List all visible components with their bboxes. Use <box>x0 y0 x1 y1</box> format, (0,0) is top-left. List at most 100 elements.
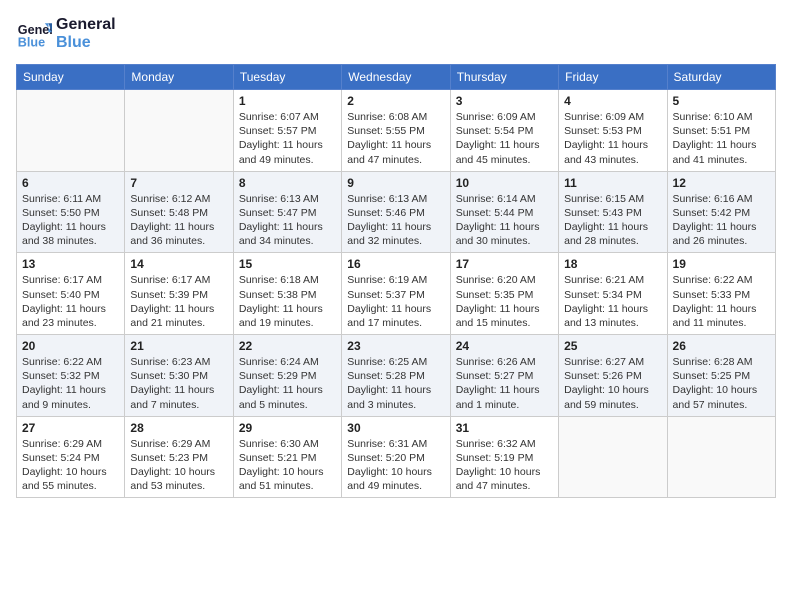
day-number: 25 <box>564 339 661 353</box>
day-info: Sunrise: 6:21 AMSunset: 5:34 PMDaylight:… <box>564 273 661 330</box>
day-cell: 9 Sunrise: 6:13 AMSunset: 5:46 PMDaylight… <box>342 171 450 253</box>
day-cell: 3Sunrise: 6:09 AMSunset: 5:54 PMDaylight… <box>450 90 558 172</box>
day-info: Sunrise: 6:23 AMSunset: 5:30 PMDaylight:… <box>130 355 227 412</box>
calendar-table: SundayMondayTuesdayWednesdayThursdayFrid… <box>16 64 776 498</box>
day-cell: 23Sunrise: 6:25 AMSunset: 5:28 PMDayligh… <box>342 335 450 417</box>
day-cell: 8 Sunrise: 6:13 AMSunset: 5:47 PMDaylight… <box>233 171 341 253</box>
day-info: Sunrise: 6:13 AMSunset: 5:47 PMDaylight:… <box>239 192 336 249</box>
day-number: 13 <box>22 257 119 271</box>
day-number: 6 <box>22 176 119 190</box>
day-cell: 10Sunrise: 6:14 AMSunset: 5:44 PMDayligh… <box>450 171 558 253</box>
day-number: 31 <box>456 421 553 435</box>
day-cell: 12 Sunrise: 6:16 AMSunset: 5:42 PMDayligh… <box>667 171 775 253</box>
day-header-monday: Monday <box>125 65 233 90</box>
day-header-tuesday: Tuesday <box>233 65 341 90</box>
day-number: 17 <box>456 257 553 271</box>
day-number: 1 <box>239 94 336 108</box>
day-cell: 7Sunrise: 6:12 AMSunset: 5:48 PMDaylight… <box>125 171 233 253</box>
day-info: Sunrise: 6:22 AMSunset: 5:33 PMDaylight:… <box>673 273 770 330</box>
day-number: 30 <box>347 421 444 435</box>
day-number: 19 <box>673 257 770 271</box>
day-number: 4 <box>564 94 661 108</box>
day-info: Sunrise: 6:30 AMSunset: 5:21 PMDaylight:… <box>239 437 336 494</box>
logo: General Blue General Blue <box>16 16 116 52</box>
day-cell: 1 Sunrise: 6:07 AMSunset: 5:57 PMDaylight… <box>233 90 341 172</box>
logo-icon: General Blue <box>16 16 52 52</box>
day-number: 2 <box>347 94 444 108</box>
day-number: 15 <box>239 257 336 271</box>
day-info: Sunrise: 6:27 AMSunset: 5:26 PMDaylight:… <box>564 355 661 412</box>
week-row-5: 27 Sunrise: 6:29 AMSunset: 5:24 PMDayligh… <box>17 416 776 498</box>
day-info: Sunrise: 6:29 AMSunset: 5:23 PMDaylight:… <box>130 437 227 494</box>
day-header-sunday: Sunday <box>17 65 125 90</box>
day-info: Sunrise: 6:19 AMSunset: 5:37 PMDaylight:… <box>347 273 444 330</box>
day-number: 28 <box>130 421 227 435</box>
day-cell <box>559 416 667 498</box>
day-cell: 25 Sunrise: 6:27 AMSunset: 5:26 PMDayligh… <box>559 335 667 417</box>
day-info: Sunrise: 6:13 AMSunset: 5:46 PMDaylight:… <box>347 192 444 249</box>
day-cell: 6 Sunrise: 6:11 AMSunset: 5:50 PMDaylight… <box>17 171 125 253</box>
day-cell: 27 Sunrise: 6:29 AMSunset: 5:24 PMDayligh… <box>17 416 125 498</box>
day-cell <box>667 416 775 498</box>
day-info: Sunrise: 6:32 AMSunset: 5:19 PMDaylight:… <box>456 437 553 494</box>
day-number: 27 <box>22 421 119 435</box>
week-row-1: 1 Sunrise: 6:07 AMSunset: 5:57 PMDaylight… <box>17 90 776 172</box>
day-number: 22 <box>239 339 336 353</box>
day-info: Sunrise: 6:26 AMSunset: 5:27 PMDaylight:… <box>456 355 553 412</box>
svg-text:Blue: Blue <box>18 36 45 50</box>
day-cell: 2 Sunrise: 6:08 AMSunset: 5:55 PMDaylight… <box>342 90 450 172</box>
day-info: Sunrise: 6:15 AMSunset: 5:43 PMDaylight:… <box>564 192 661 249</box>
day-number: 12 <box>673 176 770 190</box>
day-number: 20 <box>22 339 119 353</box>
day-info: Sunrise: 6:11 AMSunset: 5:50 PMDaylight:… <box>22 192 119 249</box>
day-number: 26 <box>673 339 770 353</box>
day-number: 21 <box>130 339 227 353</box>
days-header-row: SundayMondayTuesdayWednesdayThursdayFrid… <box>17 65 776 90</box>
day-cell: 22Sunrise: 6:24 AMSunset: 5:29 PMDayligh… <box>233 335 341 417</box>
calendar-header: SundayMondayTuesdayWednesdayThursdayFrid… <box>17 65 776 90</box>
day-cell: 31 Sunrise: 6:32 AMSunset: 5:19 PMDayligh… <box>450 416 558 498</box>
day-cell: 18 Sunrise: 6:21 AMSunset: 5:34 PMDayligh… <box>559 253 667 335</box>
day-header-thursday: Thursday <box>450 65 558 90</box>
day-info: Sunrise: 6:29 AMSunset: 5:24 PMDaylight:… <box>22 437 119 494</box>
day-cell: 13 Sunrise: 6:17 AMSunset: 5:40 PMDayligh… <box>17 253 125 335</box>
day-header-friday: Friday <box>559 65 667 90</box>
day-info: Sunrise: 6:22 AMSunset: 5:32 PMDaylight:… <box>22 355 119 412</box>
week-row-4: 20 Sunrise: 6:22 AMSunset: 5:32 PMDayligh… <box>17 335 776 417</box>
day-number: 9 <box>347 176 444 190</box>
day-cell: 24 Sunrise: 6:26 AMSunset: 5:27 PMDayligh… <box>450 335 558 417</box>
day-info: Sunrise: 6:25 AMSunset: 5:28 PMDaylight:… <box>347 355 444 412</box>
logo-general: General <box>56 16 116 34</box>
day-number: 18 <box>564 257 661 271</box>
day-number: 24 <box>456 339 553 353</box>
day-cell: 14Sunrise: 6:17 AMSunset: 5:39 PMDayligh… <box>125 253 233 335</box>
day-cell: 21 Sunrise: 6:23 AMSunset: 5:30 PMDayligh… <box>125 335 233 417</box>
day-cell: 17 Sunrise: 6:20 AMSunset: 5:35 PMDayligh… <box>450 253 558 335</box>
day-header-saturday: Saturday <box>667 65 775 90</box>
day-info: Sunrise: 6:16 AMSunset: 5:42 PMDaylight:… <box>673 192 770 249</box>
logo-text-block: General Blue <box>56 16 116 51</box>
day-cell: 16 Sunrise: 6:19 AMSunset: 5:37 PMDayligh… <box>342 253 450 335</box>
day-cell: 20 Sunrise: 6:22 AMSunset: 5:32 PMDayligh… <box>17 335 125 417</box>
day-number: 5 <box>673 94 770 108</box>
day-cell: 28 Sunrise: 6:29 AMSunset: 5:23 PMDayligh… <box>125 416 233 498</box>
day-info: Sunrise: 6:08 AMSunset: 5:55 PMDaylight:… <box>347 110 444 167</box>
day-info: Sunrise: 6:09 AMSunset: 5:54 PMDaylight:… <box>456 110 553 167</box>
day-number: 11 <box>564 176 661 190</box>
day-number: 16 <box>347 257 444 271</box>
calendar-body: 1 Sunrise: 6:07 AMSunset: 5:57 PMDaylight… <box>17 90 776 498</box>
day-cell: 5 Sunrise: 6:10 AMSunset: 5:51 PMDaylight… <box>667 90 775 172</box>
day-cell: 29Sunrise: 6:30 AMSunset: 5:21 PMDayligh… <box>233 416 341 498</box>
day-info: Sunrise: 6:10 AMSunset: 5:51 PMDaylight:… <box>673 110 770 167</box>
week-row-3: 13 Sunrise: 6:17 AMSunset: 5:40 PMDayligh… <box>17 253 776 335</box>
day-number: 8 <box>239 176 336 190</box>
logo-blue: Blue <box>56 34 116 52</box>
day-info: Sunrise: 6:07 AMSunset: 5:57 PMDaylight:… <box>239 110 336 167</box>
day-cell <box>125 90 233 172</box>
day-cell: 11 Sunrise: 6:15 AMSunset: 5:43 PMDayligh… <box>559 171 667 253</box>
day-cell: 19 Sunrise: 6:22 AMSunset: 5:33 PMDayligh… <box>667 253 775 335</box>
day-info: Sunrise: 6:14 AMSunset: 5:44 PMDaylight:… <box>456 192 553 249</box>
day-info: Sunrise: 6:17 AMSunset: 5:40 PMDaylight:… <box>22 273 119 330</box>
day-info: Sunrise: 6:20 AMSunset: 5:35 PMDaylight:… <box>456 273 553 330</box>
day-cell: 30Sunrise: 6:31 AMSunset: 5:20 PMDayligh… <box>342 416 450 498</box>
